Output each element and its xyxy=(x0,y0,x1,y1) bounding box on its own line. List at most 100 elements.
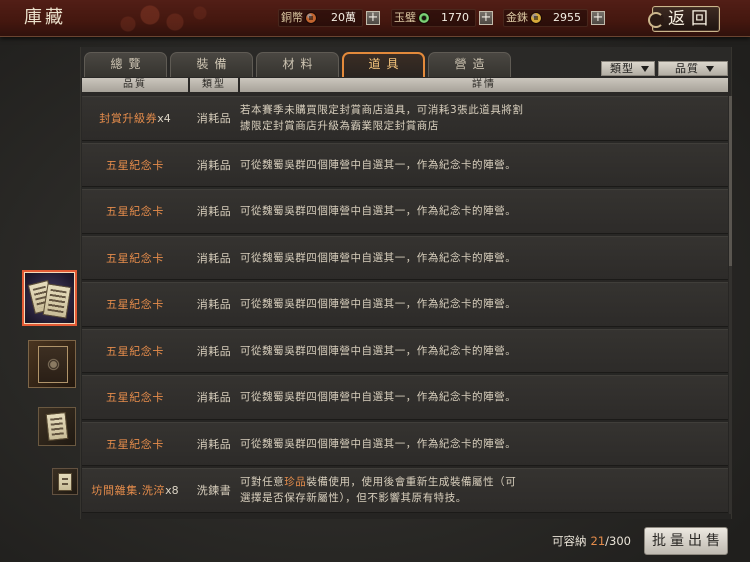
item-count: x8 xyxy=(165,483,179,497)
top-bar: 庫藏 銅幣 20萬 + 玉璧 1770 + 金銖 2955 + 返回 xyxy=(0,0,750,37)
scrollbar[interactable] xyxy=(729,96,732,514)
item-detail-text: 可從魏蜀吳群四個陣營中自選其一，作為紀念卡的陣營。 xyxy=(240,437,517,450)
item-row[interactable]: 五星紀念卡 消耗品 可從魏蜀吳群四個陣營中自選其一，作為紀念卡的陣營。 xyxy=(82,375,728,420)
chevron-down-icon xyxy=(706,66,714,72)
item-name-text: 五星紀念卡 xyxy=(106,298,164,312)
item-detail-line: 據限定封賞商店升級為霸業限定封賞商店 xyxy=(240,118,722,134)
item-detail-line: 可從魏蜀吳群四個陣營中自選其一，作為紀念卡的陣營。 xyxy=(240,157,722,173)
item-name-text: 五星紀念卡 xyxy=(106,344,164,358)
item-detail-highlight: 珍品 xyxy=(284,476,307,489)
currency-label: 金銖 xyxy=(506,11,528,24)
item-name: 封賞升級券 x4 xyxy=(82,97,188,140)
page-title: 庫藏 xyxy=(24,7,66,28)
currency-label: 銅幣 xyxy=(281,11,303,24)
add-copper-button[interactable]: + xyxy=(366,11,380,25)
currency-copper: 銅幣 20萬 + xyxy=(278,9,382,27)
currency-value: 1770 xyxy=(441,11,469,24)
capacity-label: 可容納 xyxy=(552,534,587,548)
item-detail-text: 可從魏蜀吳群四個陣營中自選其一，作為紀念卡的陣營。 xyxy=(240,298,517,311)
item-name-text: 五星紀念卡 xyxy=(106,437,164,451)
item-name: 五星紀念卡 xyxy=(82,376,188,419)
item-type: 消耗品 xyxy=(196,251,232,265)
back-button[interactable]: 返回 xyxy=(648,6,720,32)
item-row[interactable]: 五星紀念卡 消耗品 可從魏蜀吳群四個陣營中自選其一，作為紀念卡的陣營。 xyxy=(82,235,728,280)
item-type: 消耗品 xyxy=(196,112,232,126)
item-detail-line: 可從魏蜀吳群四個陣營中自選其一，作為紀念卡的陣營。 xyxy=(240,296,722,312)
item-detail-line: 可從魏蜀吳群四個陣營中自選其一，作為紀念卡的陣營。 xyxy=(240,436,722,452)
item-row[interactable]: 坊間雜集.洗淬 x8 洗鍊書 可對任意珍品裝備使用，使用後會重新生成裝備屬性（可 選擇是… xyxy=(82,468,728,513)
header-ornament xyxy=(90,0,270,37)
item-name: 五星紀念卡 xyxy=(82,190,188,233)
column-header-quality[interactable]: 品質 xyxy=(82,78,188,92)
bulk-sell-button[interactable]: 批量出售 xyxy=(644,527,728,555)
column-header-type[interactable]: 類型 xyxy=(190,78,238,92)
item-detail-text: 可從魏蜀吳群四個陣營中自選其一，作為紀念卡的陣營。 xyxy=(240,251,517,264)
card-stack-icon xyxy=(42,283,72,319)
currency-jade: 玉璧 1770 + xyxy=(391,9,495,27)
item-row[interactable]: 五星紀念卡 消耗品 可從魏蜀吳群四個陣營中自選其一，作為紀念卡的陣營。 xyxy=(82,142,728,187)
item-list: 封賞升級券 x4 消耗品 若本賽季未購買限定封賞商店道具，可消耗3張此道具將割 據限定封… xyxy=(82,96,728,516)
item-type: 消耗品 xyxy=(196,298,232,312)
quality-filter-label: 品質 xyxy=(675,62,699,75)
item-detail-text: 可對任意 xyxy=(240,476,285,489)
type-filter-dropdown[interactable]: 類型 xyxy=(601,61,655,76)
add-jade-button[interactable]: + xyxy=(479,11,493,25)
capacity-indicator: 可容納 21/300 xyxy=(552,534,631,549)
item-type: 消耗品 xyxy=(196,437,232,451)
tab-materials[interactable]: 材料 xyxy=(256,52,339,77)
emblem-card-icon xyxy=(38,346,68,383)
tab-overview[interactable]: 總覽 xyxy=(84,52,167,77)
jade-disc-icon xyxy=(419,13,429,23)
item-name: 五星紀念卡 xyxy=(82,330,188,373)
quality-filter-dropdown[interactable]: 品質 xyxy=(658,61,728,76)
item-row[interactable]: 五星紀念卡 消耗品 可從魏蜀吳群四個陣營中自選其一，作為紀念卡的陣營。 xyxy=(82,282,728,327)
currency-value: 20萬 xyxy=(331,11,356,24)
type-filter-label: 類型 xyxy=(610,62,634,75)
item-detail: 可從魏蜀吳群四個陣營中自選其一，作為紀念卡的陣營。 xyxy=(240,330,722,373)
item-detail: 可從魏蜀吳群四個陣營中自選其一，作為紀念卡的陣營。 xyxy=(240,144,722,187)
item-thumbnail[interactable] xyxy=(52,468,78,495)
item-detail-text: 選擇是否保存新屬性），但不影響其原有特技。 xyxy=(240,492,467,505)
item-name-text: 五星紀念卡 xyxy=(106,205,164,219)
item-detail-line: 可從魏蜀吳群四個陣營中自選其一，作為紀念卡的陣營。 xyxy=(240,343,722,359)
capacity-max: 300 xyxy=(609,534,631,548)
tab-items[interactable]: 道具 xyxy=(342,52,425,77)
item-detail: 可從魏蜀吳群四個陣營中自選其一，作為紀念卡的陣營。 xyxy=(240,190,722,233)
item-detail-text: 若本賽季未購買限定封賞商店道具，可消耗3張此道具將割 xyxy=(240,104,524,117)
item-detail-text: 可從魏蜀吳群四個陣營中自選其一，作為紀念卡的陣營。 xyxy=(240,158,517,171)
item-type: 消耗品 xyxy=(196,205,232,219)
currency-gold: 金銖 2955 + xyxy=(503,9,607,27)
item-name: 五星紀念卡 xyxy=(82,283,188,326)
item-detail: 可對任意珍品裝備使用，使用後會重新生成裝備屬性（可 選擇是否保存新屬性），但不影響… xyxy=(240,469,722,512)
item-detail-text: 可從魏蜀吳群四個陣營中自選其一，作為紀念卡的陣營。 xyxy=(240,344,517,357)
item-detail-text: 裝備使用，使用後會重新生成裝備屬性（可 xyxy=(306,476,517,489)
item-row[interactable]: 五星紀念卡 消耗品 可從魏蜀吳群四個陣營中自選其一，作為紀念卡的陣營。 xyxy=(82,421,728,466)
item-detail: 可從魏蜀吳群四個陣營中自選其一，作為紀念卡的陣營。 xyxy=(240,423,722,466)
item-detail-line: 可對任意珍品裝備使用，使用後會重新生成裝備屬性（可 xyxy=(240,474,722,490)
item-name-text: 五星紀念卡 xyxy=(106,158,164,172)
column-header-detail: 詳情 xyxy=(240,78,728,92)
item-name-text: 坊間雜集.洗淬 xyxy=(91,484,166,498)
item-row[interactable]: 五星紀念卡 消耗品 可從魏蜀吳群四個陣營中自選其一，作為紀念卡的陣營。 xyxy=(82,189,728,234)
item-thumbnail[interactable] xyxy=(38,407,76,446)
item-detail-text: 可從魏蜀吳群四個陣營中自選其一，作為紀念卡的陣營。 xyxy=(240,391,517,404)
item-row[interactable]: 五星紀念卡 消耗品 可從魏蜀吳群四個陣營中自選其一，作為紀念卡的陣營。 xyxy=(82,328,728,373)
item-detail-line: 可從魏蜀吳群四個陣營中自選其一，作為紀念卡的陣營。 xyxy=(240,389,722,405)
item-name: 坊間雜集.洗淬 x8 xyxy=(82,469,188,512)
item-type: 消耗品 xyxy=(196,158,232,172)
currency-label: 玉璧 xyxy=(394,11,416,24)
item-row[interactable]: 封賞升級券 x4 消耗品 若本賽季未購買限定封賞商店道具，可消耗3張此道具將割 據限定封… xyxy=(82,96,728,141)
currency-value: 2955 xyxy=(553,11,581,24)
item-thumbnail[interactable] xyxy=(28,340,76,388)
item-name-text: 五星紀念卡 xyxy=(106,251,164,265)
chevron-down-icon xyxy=(641,66,649,72)
item-detail: 可從魏蜀吳群四個陣營中自選其一，作為紀念卡的陣營。 xyxy=(240,376,722,419)
item-detail-line: 可從魏蜀吳群四個陣營中自選其一，作為紀念卡的陣營。 xyxy=(240,250,722,266)
tab-construction[interactable]: 營造 xyxy=(428,52,511,77)
item-name: 五星紀念卡 xyxy=(82,144,188,187)
item-detail-text: 可從魏蜀吳群四個陣營中自選其一，作為紀念卡的陣營。 xyxy=(240,205,517,218)
tab-equipment[interactable]: 裝備 xyxy=(170,52,253,77)
scrollbar-thumb[interactable] xyxy=(729,96,732,266)
item-thumbnail-selected[interactable] xyxy=(22,270,77,326)
add-gold-button[interactable]: + xyxy=(591,11,605,25)
